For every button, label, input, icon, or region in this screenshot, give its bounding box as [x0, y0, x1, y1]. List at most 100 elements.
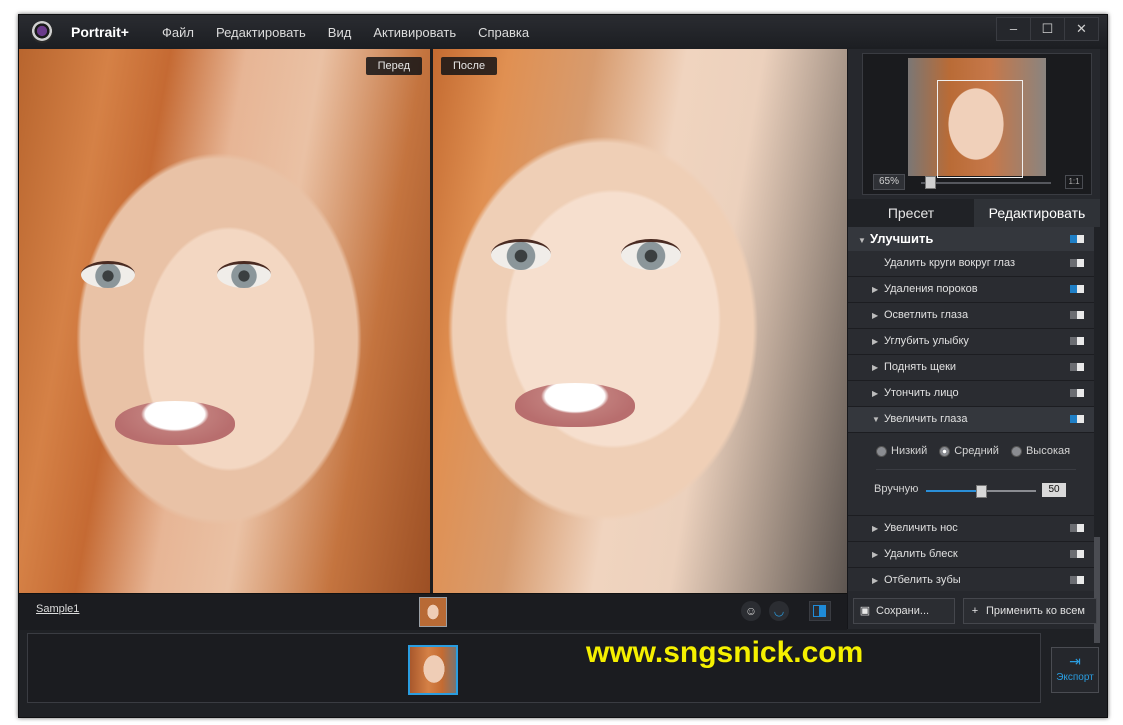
radio-medium[interactable]: Средний [939, 445, 999, 457]
close-button[interactable]: ✕ [1064, 17, 1099, 41]
expand-triangle-icon: ▶ [872, 363, 879, 372]
manual-label: Вручную [874, 483, 919, 495]
sample-link[interactable]: Sample1 [36, 603, 79, 615]
radio-label: Высокая [1025, 445, 1071, 457]
menu-edit[interactable]: Редактировать [216, 25, 306, 40]
divider [876, 469, 1076, 470]
list-item[interactable]: ▶ Осветлить глаза [848, 303, 1094, 329]
section-toggle[interactable] [1070, 235, 1084, 243]
section-enhance[interactable]: ▼ Улучшить [848, 227, 1094, 251]
apply-to-all-button[interactable]: + Применить ко всем [963, 598, 1097, 624]
face-detect-icon[interactable]: ☺ [741, 601, 761, 621]
filmstrip [27, 633, 1041, 703]
right-eye [217, 261, 271, 288]
right-panel: 65% 1:1 Пресет Редактировать ▼ Улучшить У… [847, 49, 1100, 643]
item-toggle[interactable] [1070, 524, 1084, 532]
enlarge-eyes-options: Низкий Средний Высокая Вручную 50 [848, 433, 1094, 516]
expand-triangle-icon: ▶ [872, 524, 879, 533]
plus-icon: + [971, 605, 979, 617]
manual-slider-knob[interactable] [976, 485, 987, 498]
expand-triangle-icon: ▶ [872, 285, 879, 294]
before-photo[interactable]: Перед [19, 49, 430, 593]
list-item[interactable]: ▶ Удалить блеск [848, 542, 1094, 568]
tab-edit[interactable]: Редактировать [974, 199, 1100, 227]
navigator: 65% 1:1 [862, 53, 1092, 195]
expand-triangle-icon: ▶ [872, 389, 879, 398]
tab-preset[interactable]: Пресет [848, 199, 974, 227]
list-item[interactable]: ▶ Удаления пороков [848, 277, 1094, 303]
compare-view-icon[interactable] [809, 601, 831, 621]
list-item[interactable]: ▶ Увеличить нос [848, 516, 1094, 542]
menu-view[interactable]: Вид [328, 25, 352, 40]
list-item[interactable]: ▶ Углубить улыбку [848, 329, 1094, 355]
before-label: Перед [365, 57, 422, 75]
radio-high[interactable]: Высокая [1010, 445, 1071, 457]
list-item[interactable]: ▶ Утончить лицо [848, 381, 1094, 407]
item-toggle[interactable] [1070, 415, 1084, 423]
window-controls: – ☐ ✕ [996, 17, 1099, 41]
menu-bar: Файл Редактировать Вид Активировать Спра… [162, 25, 529, 40]
item-label: Увеличить нос [884, 522, 958, 534]
apply-to-all-label: Применить ко всем [986, 605, 1085, 617]
item-toggle[interactable] [1070, 285, 1084, 293]
item-label: Осветлить глаза [884, 309, 969, 321]
manual-value-field[interactable]: 50 [1042, 483, 1066, 497]
expand-triangle-icon: ▶ [872, 576, 879, 585]
item-toggle[interactable] [1070, 311, 1084, 319]
list-item[interactable]: Удалить круги вокруг глаз [848, 251, 1094, 277]
list-item-expanded[interactable]: ▼ Увеличить глаза [848, 407, 1094, 433]
section-title: Улучшить [870, 231, 934, 246]
zoom-slider[interactable] [921, 182, 1051, 184]
smile-icon[interactable]: ◡ [769, 601, 789, 621]
menu-file[interactable]: Файл [162, 25, 194, 40]
radio-dot [1010, 445, 1022, 457]
item-label: Отбелить зубы [884, 574, 961, 586]
actual-size-button[interactable]: 1:1 [1065, 175, 1083, 189]
zoom-level[interactable]: 65% [873, 174, 905, 190]
panel-tabs: Пресет Редактировать [848, 199, 1100, 227]
adjustments-list: ▼ Улучшить Удалить круги вокруг глаз ▶ Уда… [848, 227, 1094, 591]
level-radio-group: Низкий Средний Высокая [876, 445, 1070, 457]
minimize-button[interactable]: – [996, 17, 1031, 41]
title-bar: Portrait+ Файл Редактировать Вид Активир… [19, 15, 1107, 49]
before-image [19, 49, 430, 593]
current-image-thumbnail[interactable] [419, 597, 447, 627]
export-label: Экспорт [1056, 672, 1094, 683]
after-label: После [441, 57, 498, 75]
item-label: Удалить блеск [884, 548, 958, 560]
item-toggle[interactable] [1070, 337, 1084, 345]
item-label: Удаления пороков [884, 283, 978, 295]
list-item[interactable]: ▶ Поднять щеки [848, 355, 1094, 381]
right-eye [621, 239, 681, 270]
maximize-button[interactable]: ☐ [1030, 17, 1065, 41]
radio-dot [876, 445, 887, 457]
radio-dot-selected [939, 445, 951, 457]
radio-low[interactable]: Низкий [876, 445, 927, 457]
item-toggle[interactable] [1070, 363, 1084, 371]
radio-label: Средний [954, 445, 999, 457]
panel-scrollbar[interactable] [1094, 227, 1100, 643]
save-button[interactable]: ▣ Сохрани... [853, 598, 955, 624]
manual-slider-fill [926, 490, 981, 492]
item-label: Углубить улыбку [884, 335, 969, 347]
filmstrip-thumbnail[interactable] [408, 645, 458, 695]
item-toggle[interactable] [1070, 389, 1084, 397]
list-item[interactable]: ▶ Отбелить зубы [848, 568, 1094, 591]
mouth [515, 383, 635, 427]
expand-triangle-icon: ▶ [872, 311, 879, 320]
item-label: Поднять щеки [884, 361, 957, 373]
item-toggle[interactable] [1070, 576, 1084, 584]
left-eye [491, 239, 551, 270]
export-button[interactable]: ⇥ Экспорт [1051, 647, 1099, 693]
menu-help[interactable]: Справка [478, 25, 529, 40]
app-window: Portrait+ Файл Редактировать Вид Активир… [18, 14, 1108, 718]
item-toggle[interactable] [1070, 259, 1084, 267]
menu-activate[interactable]: Активировать [373, 25, 456, 40]
after-photo[interactable]: После [433, 49, 847, 593]
zoom-slider-knob[interactable] [925, 176, 936, 189]
item-toggle[interactable] [1070, 550, 1084, 558]
item-label: Утончить лицо [884, 387, 959, 399]
navigator-viewport-frame[interactable] [937, 80, 1023, 178]
after-image [433, 49, 847, 593]
watermark: www.sngsnick.com [586, 636, 864, 669]
